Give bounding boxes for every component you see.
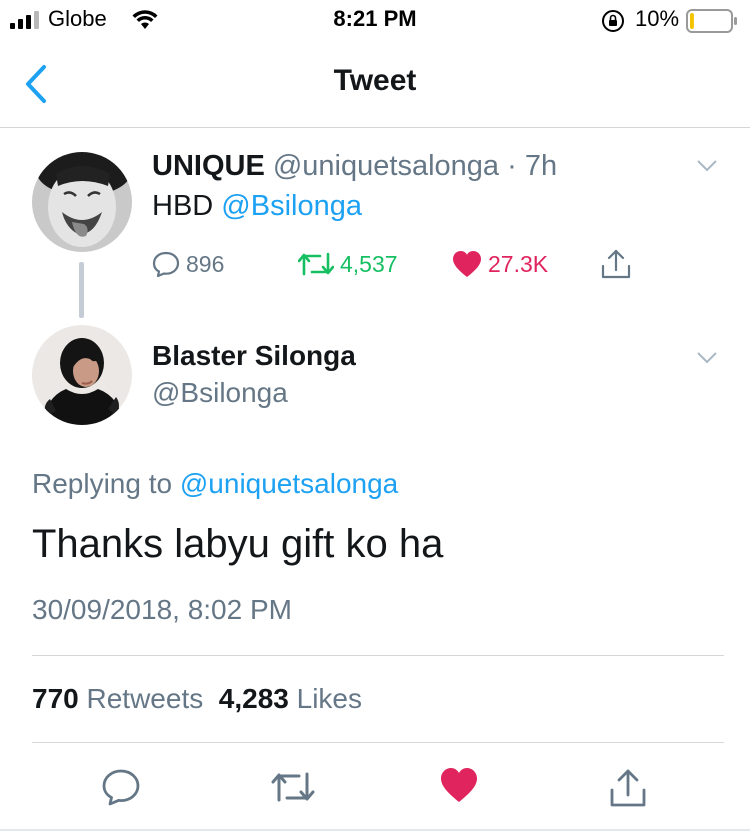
reply-icon	[152, 251, 180, 278]
like-count: 27.3K	[488, 250, 549, 277]
page-title: Tweet	[333, 64, 417, 97]
reply-count: 896	[186, 250, 225, 277]
battery-icon	[686, 9, 737, 33]
replying-to: Replying to @uniquetsalonga	[32, 468, 398, 500]
author-handle[interactable]: @Bsilonga	[152, 377, 288, 409]
divider	[32, 655, 724, 656]
like-button[interactable]	[440, 767, 478, 803]
share-button[interactable]	[608, 767, 648, 809]
like-action[interactable]: 27.3K	[452, 247, 548, 281]
thread-connector	[79, 262, 84, 318]
likes-count: 4,283	[218, 683, 289, 714]
user-photo-unique	[32, 152, 132, 252]
parent-tweet-text-prefix: HBD	[152, 190, 214, 222]
retweets-count: 770	[32, 683, 79, 714]
likes-stat[interactable]: 4,283 Likes	[219, 683, 362, 714]
parent-tweet-text: HBD @Bsilonga	[152, 190, 362, 223]
retweet-icon	[298, 252, 334, 276]
dot-separator: ·	[507, 150, 517, 182]
chevron-down-icon[interactable]	[697, 160, 717, 172]
replying-label: Replying to	[32, 468, 173, 499]
parent-author-handle[interactable]: @uniquetsalonga	[273, 150, 499, 182]
author-name[interactable]: Blaster Silonga	[152, 340, 356, 372]
parent-author-name[interactable]: UNIQUE	[152, 150, 265, 182]
user-photo-blaster	[32, 325, 132, 425]
nav-divider	[0, 127, 750, 128]
status-bar: Globe 8:21 PM 10%	[0, 0, 750, 40]
battery-percent: 10%	[635, 6, 680, 31]
parent-tweet-age: 7h	[524, 150, 558, 182]
share-action[interactable]	[600, 247, 632, 281]
heart-icon	[453, 251, 481, 277]
reply-action[interactable]: 896	[152, 247, 224, 281]
reply-button[interactable]	[101, 767, 141, 807]
parent-tweet-header: UNIQUE @uniquetsalonga · 7h	[152, 150, 557, 183]
share-icon	[601, 249, 631, 279]
avatar[interactable]	[32, 152, 132, 252]
retweets-stat[interactable]: 770 Retweets	[32, 683, 203, 714]
avatar[interactable]	[32, 325, 132, 425]
tweet-text: Thanks labyu gift ko ha	[32, 522, 444, 566]
replying-mention-link[interactable]: @uniquetsalonga	[180, 468, 398, 499]
chevron-down-icon[interactable]	[697, 352, 717, 364]
divider	[32, 742, 724, 743]
mention-link[interactable]: @Bsilonga	[221, 190, 362, 222]
retweets-label: Retweets	[86, 683, 204, 714]
tweet-timestamp: 30/09/2018, 8:02 PM	[32, 594, 292, 625]
retweet-button[interactable]	[271, 767, 315, 807]
retweet-count: 4,537	[340, 250, 398, 277]
retweet-action[interactable]: 4,537	[298, 247, 398, 281]
orientation-lock-icon	[602, 10, 624, 32]
likes-label: Likes	[296, 683, 363, 714]
engagement-stats: 770 Retweets 4,283 Likes	[32, 683, 362, 715]
